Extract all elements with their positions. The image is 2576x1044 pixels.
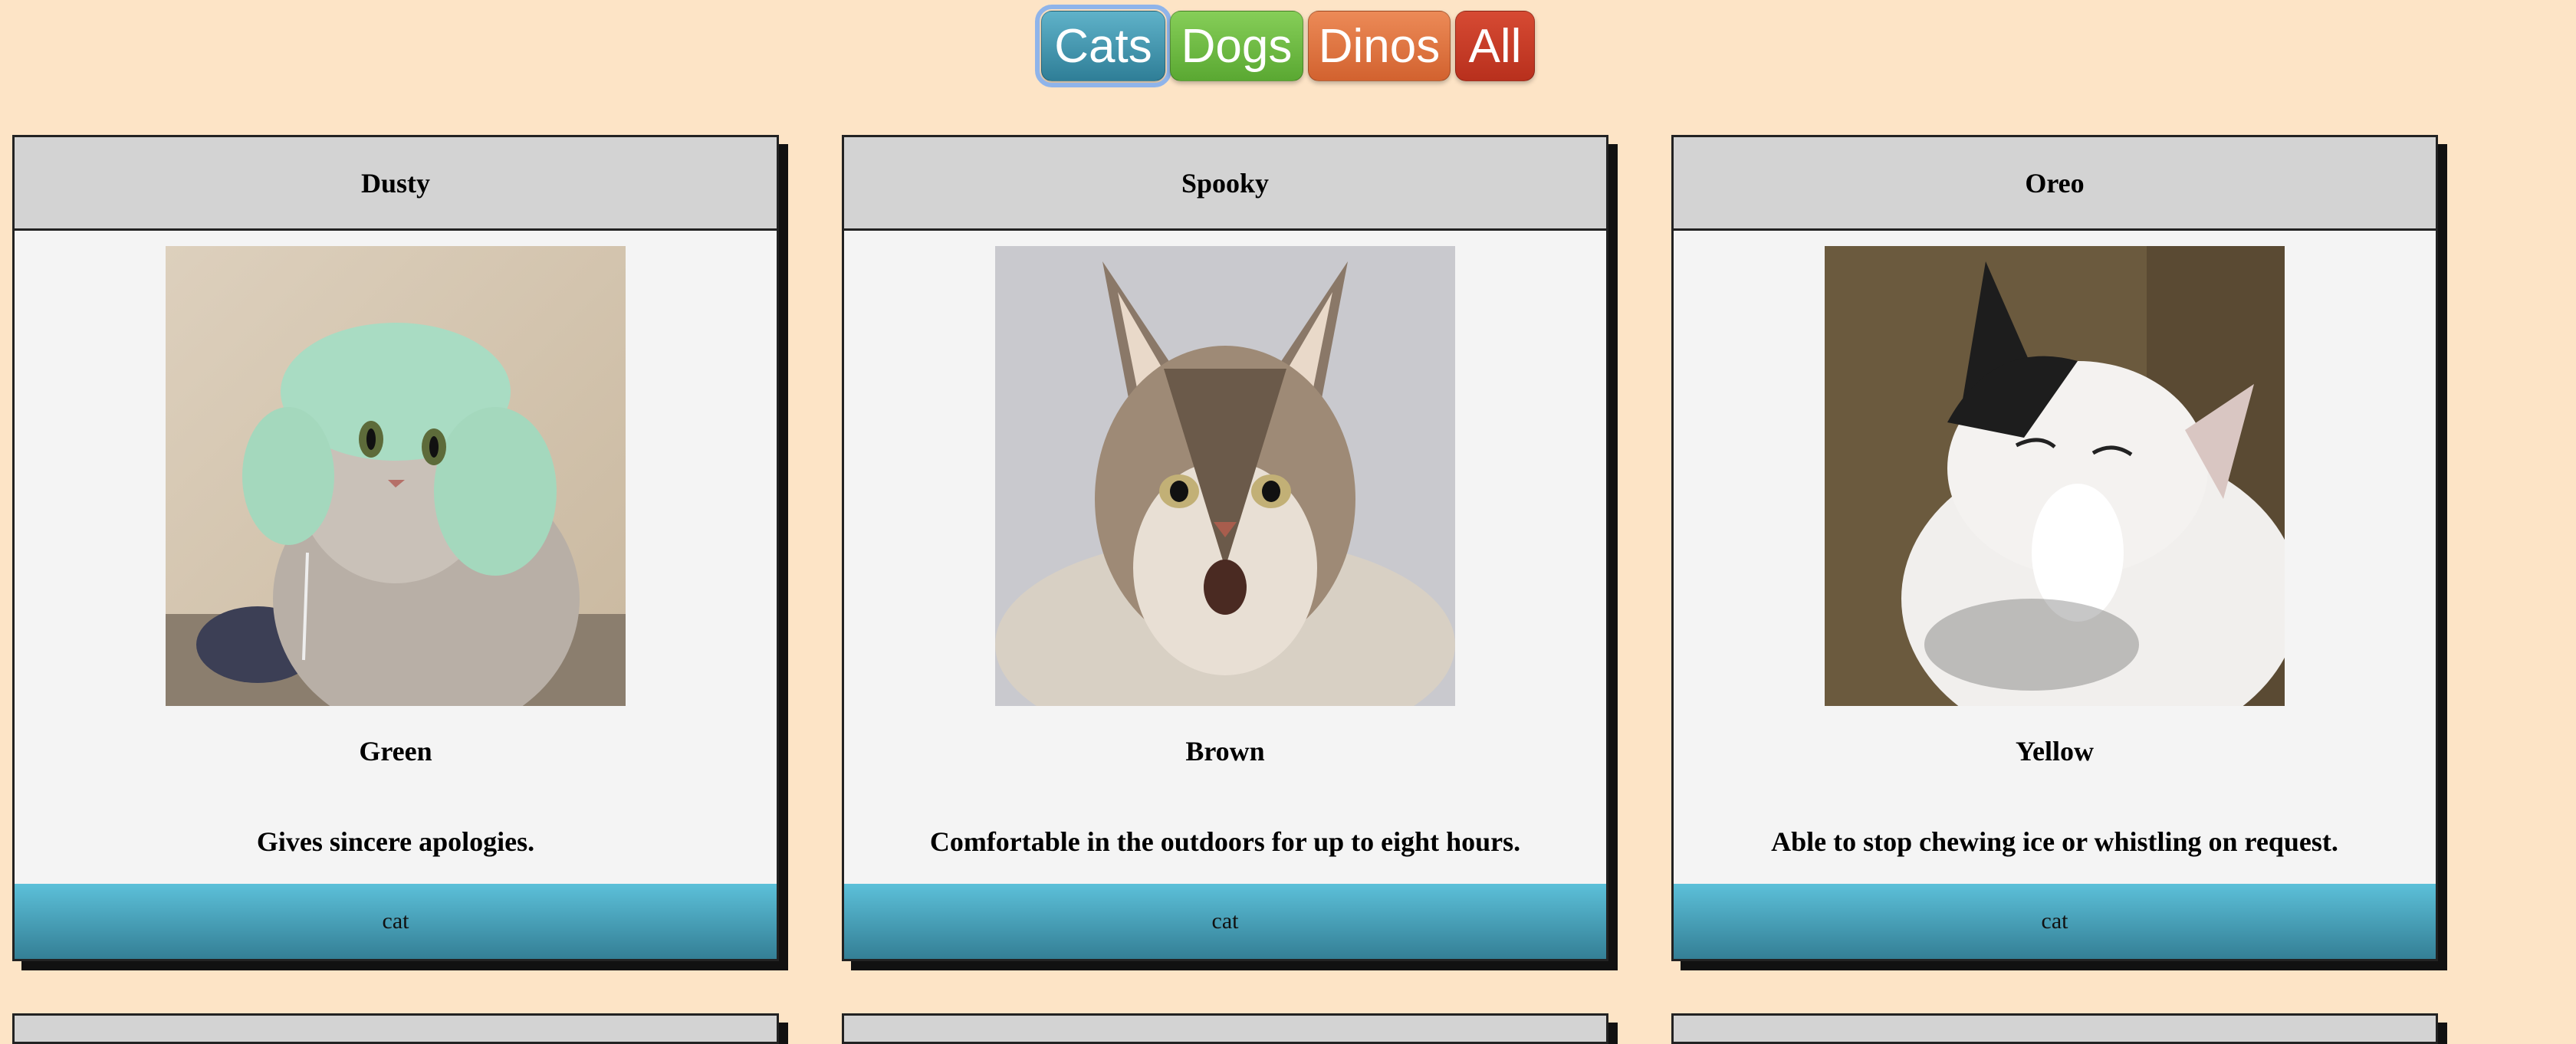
pet-card-partial (12, 1013, 779, 1044)
pet-description: Comfortable in the outdoors for up to ei… (929, 826, 1521, 857)
pet-name: Oreo (1674, 137, 2436, 231)
pet-description: Able to stop chewing ice or whistling on… (1771, 826, 2338, 857)
cat-photo (1825, 246, 2285, 706)
pet-card-partial (842, 1013, 1608, 1044)
pet-type-footer: cat (15, 884, 777, 959)
pet-card-partial (1671, 1013, 2438, 1044)
dogs-filter-button[interactable]: Dogs (1170, 11, 1303, 81)
cats-filter-button[interactable]: Cats (1035, 5, 1171, 87)
dinos-filter-button[interactable]: Dinos (1308, 11, 1451, 81)
pet-card: Oreo Yellow Able to stop chewing ice or … (1671, 135, 2438, 961)
pet-card: Dusty Green Gives sincere apologies. cat (12, 135, 779, 961)
pet-type-footer: cat (1674, 884, 2436, 959)
pet-color: Brown (1185, 736, 1265, 767)
pet-color: Yellow (2016, 736, 2094, 767)
all-filter-button[interactable]: All (1455, 11, 1535, 81)
filter-bar: Cats Dogs Dinos All (0, 5, 2576, 95)
cat-photo (166, 246, 626, 706)
cat-photo (995, 246, 1455, 706)
pet-description: Gives sincere apologies. (256, 826, 535, 857)
pet-type-footer: cat (844, 884, 1606, 959)
pet-name: Dusty (15, 137, 777, 231)
pet-card: Spooky Brown Comfortable in the outdoors… (842, 135, 1608, 961)
pet-name: Spooky (844, 137, 1606, 231)
pet-color: Green (359, 736, 432, 767)
